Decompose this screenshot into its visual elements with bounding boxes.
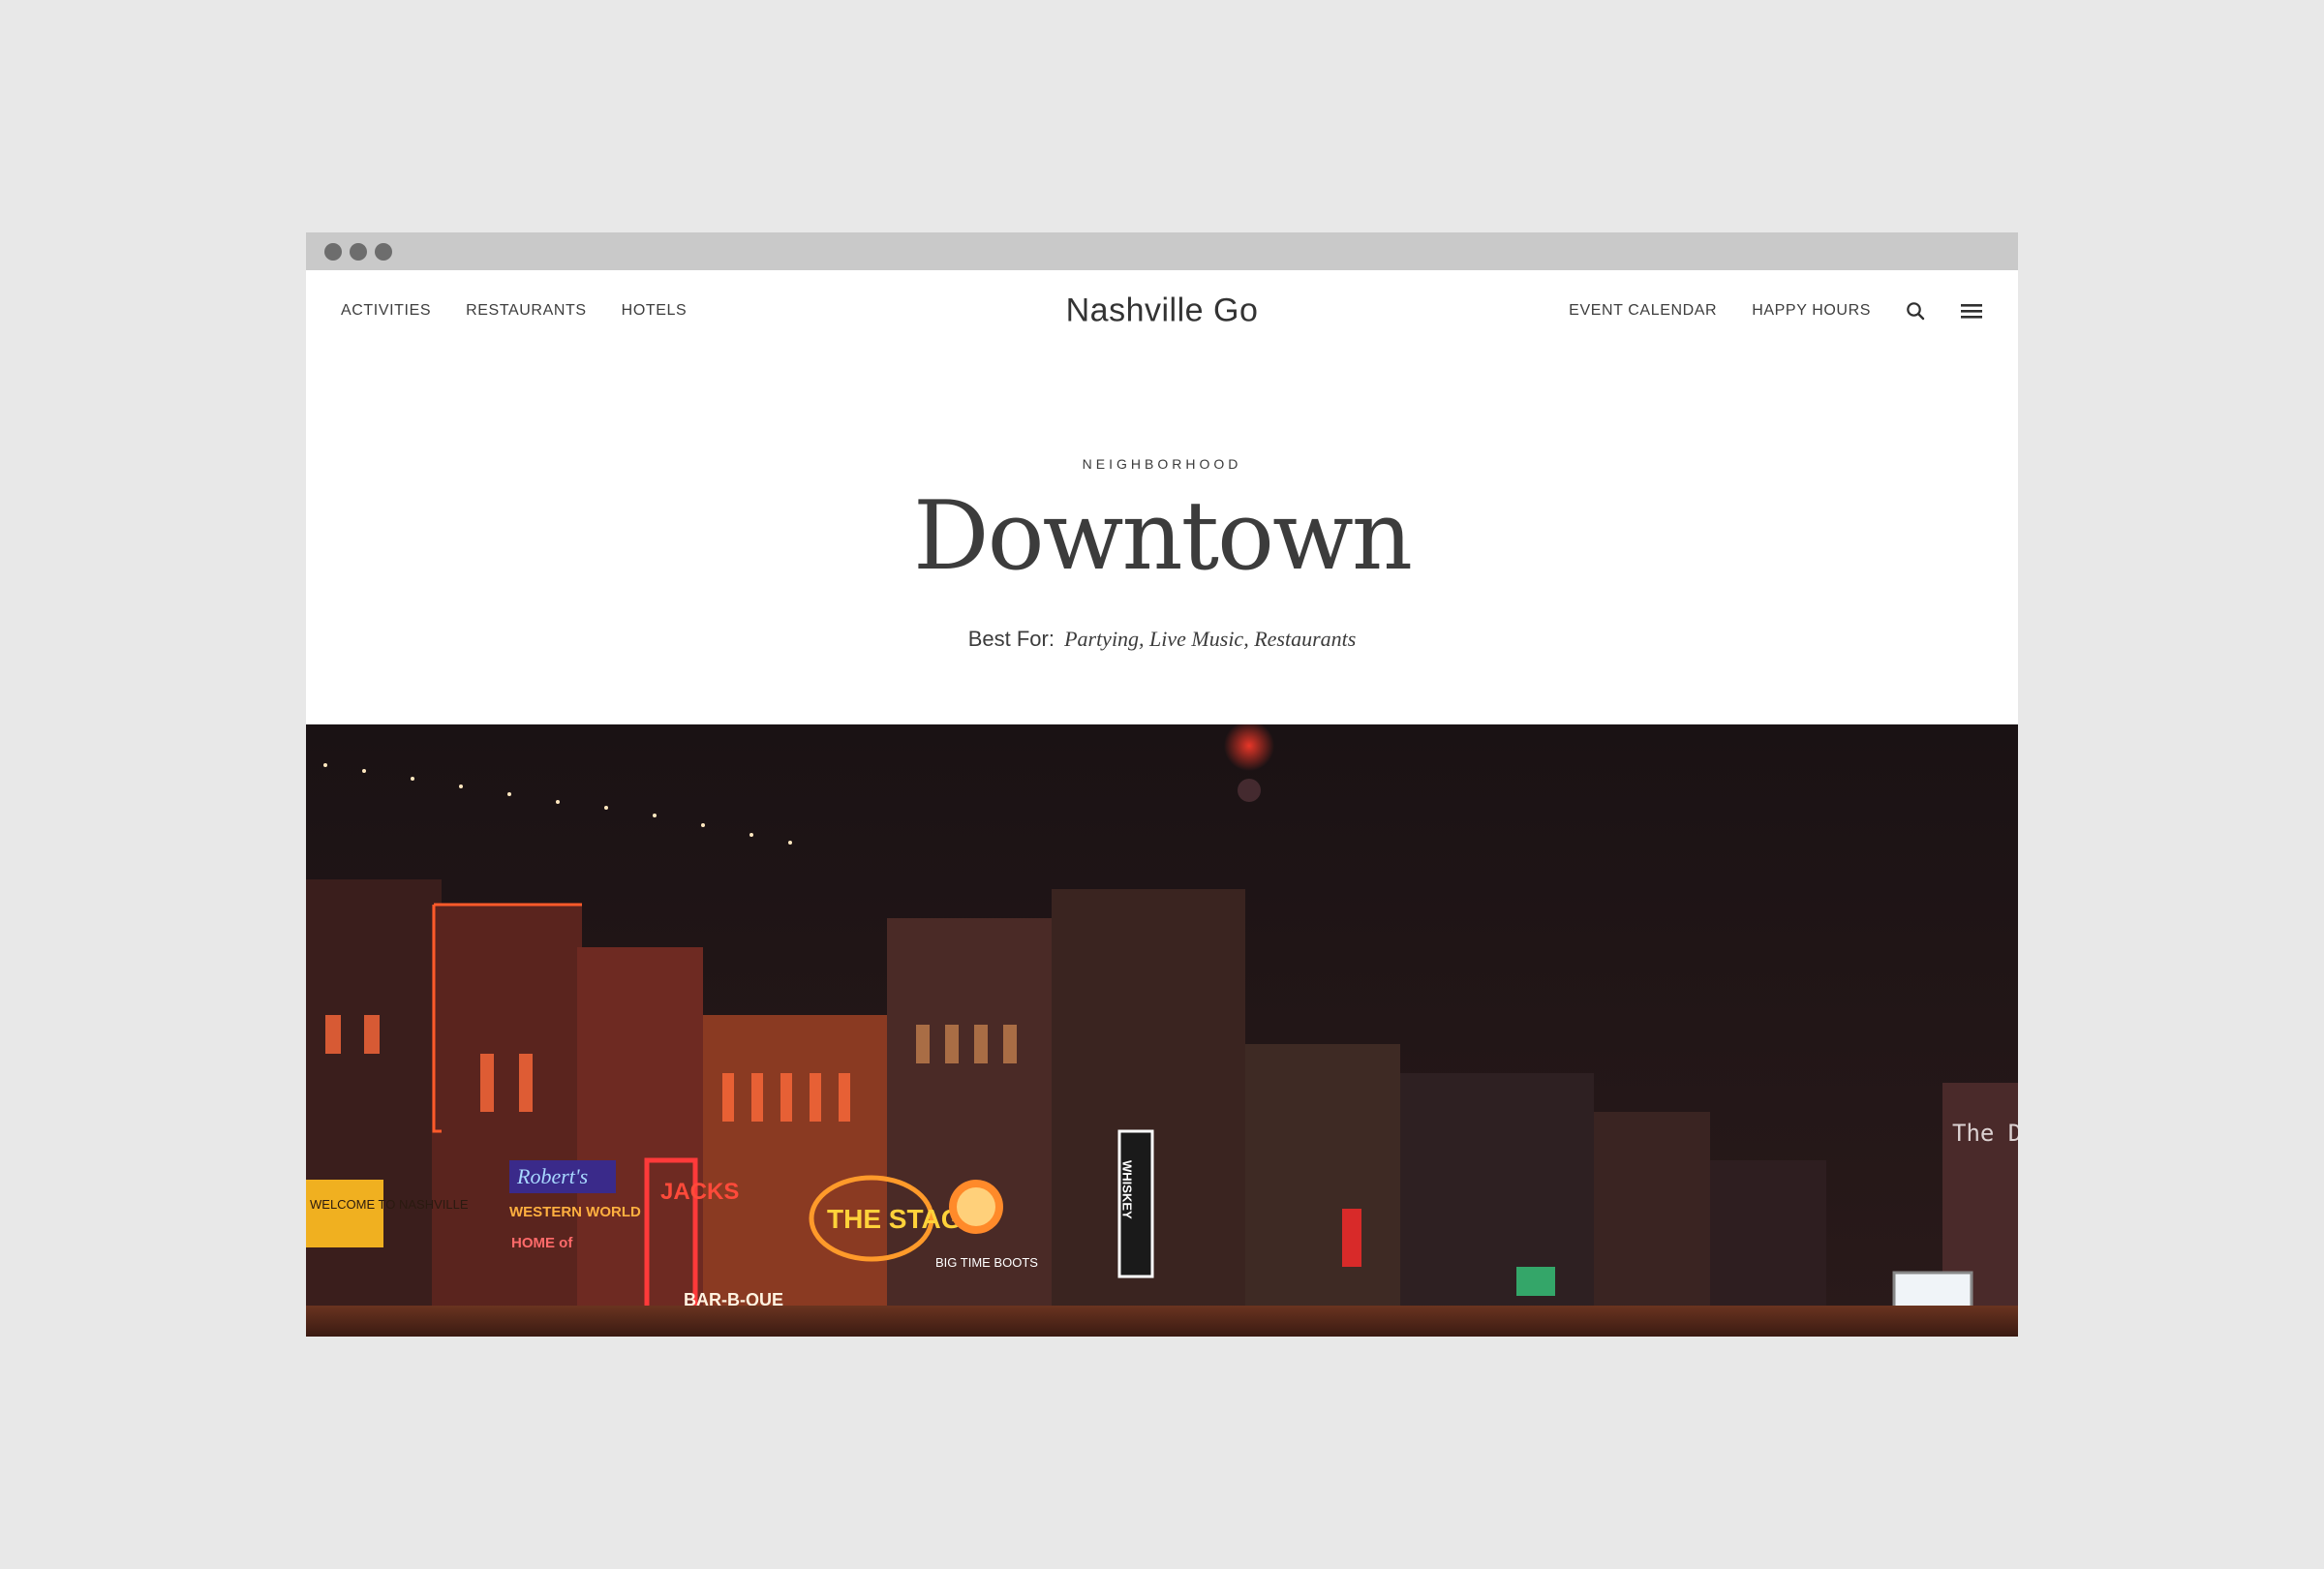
sign-western-world: WESTERN WORLD [509,1204,641,1220]
section-eyebrow: NEIGHBORHOOD [1082,456,1242,472]
primary-nav: ACTIVITIES RESTAURANTS HOTELS [341,302,721,320]
window-maximize-button[interactable] [375,242,392,261]
search-icon[interactable] [1904,299,1927,323]
best-for-values: Partying, Live Music, Restaurants [1064,627,1357,651]
nav-activities[interactable]: ACTIVITIES [341,302,431,320]
sign-welcome: WELCOME TO NASHVILLE [310,1197,469,1212]
secondary-nav: EVENT CALENDAR HAPPY HOURS [1534,299,1983,323]
sign-the-d: The D [1952,1120,2018,1147]
browser-window: ACTIVITIES RESTAURANTS HOTELS Nashville … [306,232,2018,1337]
sign-big-time-boots: BIG TIME BOOTS [935,1255,1038,1270]
window-close-button[interactable] [324,242,342,261]
sign-whiskey: WHISKEY [1120,1160,1135,1219]
sign-home-of: HOME of [511,1235,573,1251]
nav-happy-hours[interactable]: HAPPY HOURS [1752,302,1871,320]
site-header: ACTIVITIES RESTAURANTS HOTELS Nashville … [306,270,2018,352]
nav-event-calendar[interactable]: EVENT CALENDAR [1569,302,1717,320]
site-logo[interactable]: Nashville Go [1066,292,1259,330]
window-titlebar [306,232,2018,270]
nav-restaurants[interactable]: RESTAURANTS [466,302,587,320]
nav-hotels[interactable]: HOTELS [622,302,688,320]
neighborhood-hero: NEIGHBORHOOD Downtown Best For: Partying… [306,456,2018,652]
page-title: Downtown [913,481,1413,592]
window-minimize-button[interactable] [350,242,367,261]
sign-roberts: Robert's [516,1164,588,1188]
best-for-label: Best For: [967,627,1055,651]
sign-jacks: JACKS [660,1179,739,1205]
best-for-line: Best For: Partying, Live Music, Restaura… [306,627,2018,652]
downtown-street-photo: WELCOME TO NASHVILLE Robert's WESTERN WO… [306,724,2018,1337]
menu-icon[interactable] [1960,299,1983,323]
